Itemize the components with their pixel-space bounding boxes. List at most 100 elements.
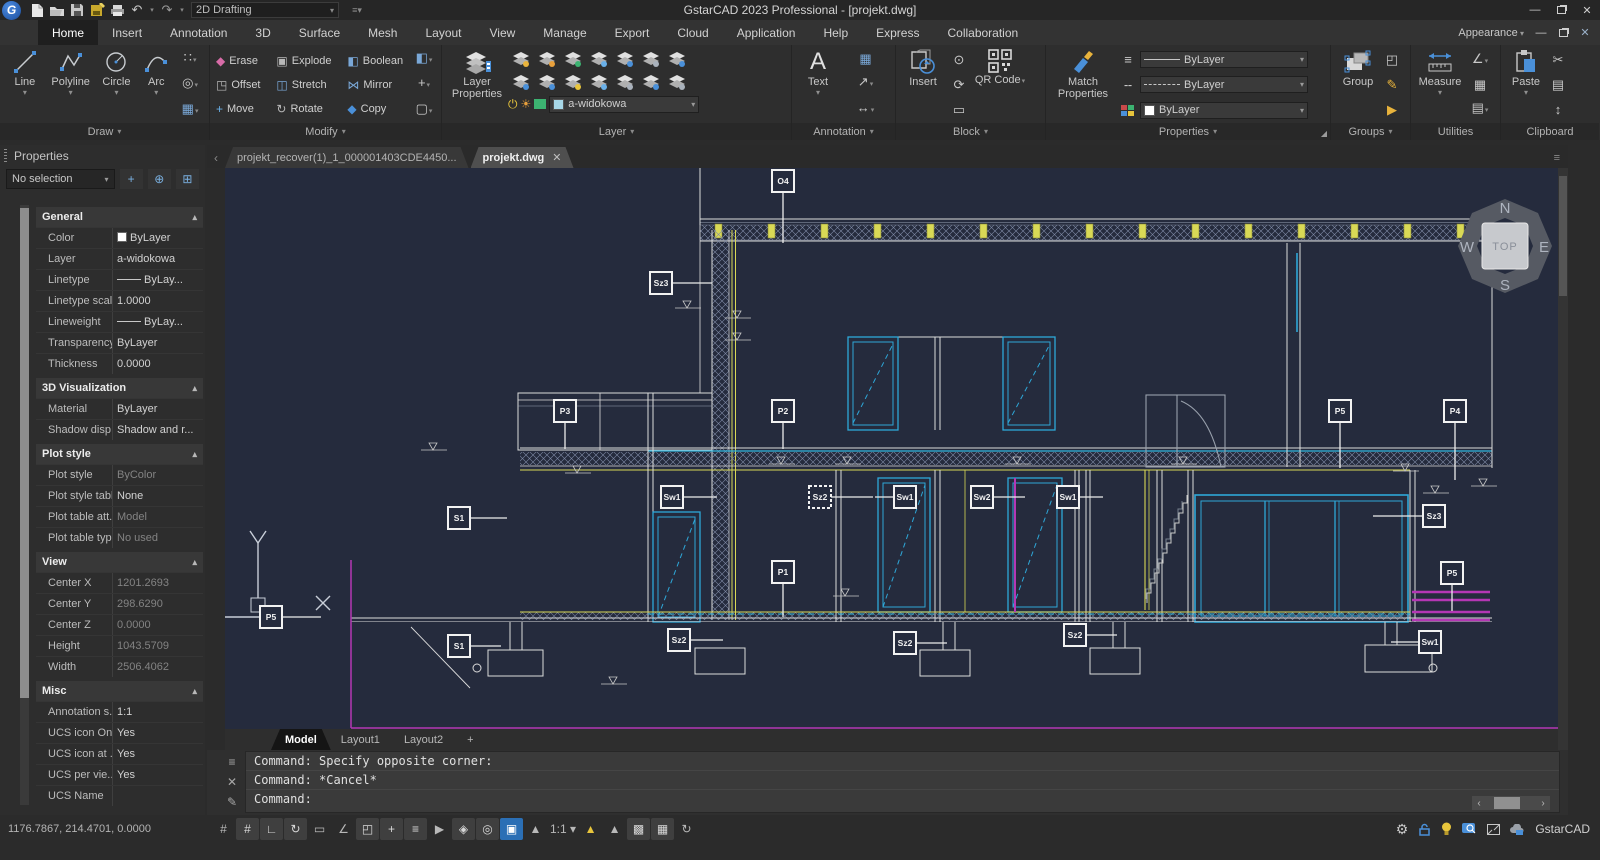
property-value[interactable]: No used (112, 528, 203, 548)
viewcube-n[interactable]: N (1500, 200, 1511, 217)
property-value[interactable]: 1201.2693 (112, 573, 203, 593)
lineweight-list-icon[interactable]: ≡ (1124, 53, 1132, 67)
lineweight-display-icon[interactable]: ≡ (404, 818, 427, 840)
menu-tab-view[interactable]: View (476, 20, 530, 45)
menu-tab-home[interactable]: Home (38, 20, 98, 45)
collapse-icon[interactable]: ▴ (192, 449, 197, 460)
property-value[interactable]: Yes (112, 723, 203, 743)
group-button[interactable]: Group (1335, 47, 1381, 123)
dimension-icon[interactable]: ↔▾ (857, 101, 875, 118)
layer-selector[interactable]: a-widokowa ▾ (549, 96, 699, 113)
collapse-icon[interactable]: ▴ (192, 557, 197, 568)
layer-tool-2[interactable] (534, 47, 560, 70)
group-edit-icon[interactable]: ✎ (1387, 78, 1398, 92)
group-select-icon[interactable]: ▶ (1387, 103, 1397, 117)
document-tab[interactable]: projekt.dwg✕ (471, 147, 574, 168)
restore-button[interactable] (1548, 1, 1574, 19)
offset-button[interactable]: ◳Offset (216, 78, 266, 92)
tips-bulb-icon[interactable] (1441, 822, 1452, 836)
undo-dropdown-icon[interactable]: ▾ (147, 1, 157, 19)
modify-extra-icon-1[interactable]: ◧▾ (416, 51, 433, 68)
grid-display-icon[interactable]: # (236, 818, 259, 840)
drawing-marker-P2[interactable]: P2 (772, 400, 794, 449)
fullscreen-icon[interactable] (1487, 824, 1500, 835)
cloud-sync-icon[interactable] (1510, 824, 1525, 835)
tab-menu-icon[interactable]: ≡ (1554, 152, 1568, 168)
selection-selector[interactable]: No selection▾ (6, 169, 115, 189)
annotation-sync-icon[interactable]: ▲ (603, 818, 626, 840)
table-icon[interactable]: ▦ (859, 52, 871, 66)
quick-select-icon[interactable]: ▤▾ (1472, 101, 1489, 118)
text-button[interactable]: A Text▾ (796, 47, 840, 123)
point-style-icon[interactable]: ∠▾ (1472, 52, 1488, 69)
close-button[interactable]: ✕ (1574, 1, 1600, 19)
doc-close-button[interactable]: ✕ (1574, 25, 1596, 41)
scroll-right-icon[interactable]: › (1536, 798, 1550, 809)
annotation-scale-icon[interactable]: 1:1 ▾ (548, 818, 578, 840)
modify-panel-label[interactable]: Modify▾ (210, 123, 441, 140)
section-header-misc[interactable]: Misc▴ (36, 681, 203, 701)
property-value[interactable]: Shadow and r... (112, 420, 203, 440)
groups-panel-label[interactable]: Groups▾ (1331, 123, 1410, 140)
command-close-icon[interactable]: ✕ (227, 775, 237, 789)
property-value[interactable]: None (112, 486, 203, 506)
menu-tab-manage[interactable]: Manage (529, 20, 600, 45)
angle-snap-icon[interactable]: ∠ (332, 818, 355, 840)
property-value[interactable]: 298.6290 (112, 594, 203, 614)
menu-tab-surface[interactable]: Surface (285, 20, 354, 45)
match-properties-button[interactable]: Match Properties (1050, 47, 1116, 123)
linetype-selector[interactable]: ByLayer▾ (1140, 76, 1308, 93)
dynamic-input-icon[interactable]: ▣ (500, 818, 523, 840)
annotation-panel-label[interactable]: Annotation▾ (792, 123, 895, 140)
redo-dropdown-icon[interactable]: ▾ (177, 1, 187, 19)
layer-tool-12[interactable] (612, 70, 638, 93)
polyline-button[interactable]: Polyline▾ (46, 47, 96, 123)
layer-tool-4[interactable] (586, 47, 612, 70)
region-tool-icon[interactable]: ▦▾ (182, 102, 199, 119)
menu-tab-mesh[interactable]: Mesh (354, 20, 411, 45)
menu-tab-insert[interactable]: Insert (98, 20, 156, 45)
qr-code-button[interactable]: QR Code▾ (972, 47, 1028, 123)
property-value[interactable]: 0.0000 (112, 615, 203, 635)
section-header-view[interactable]: View▴ (36, 552, 203, 572)
clean-screen-icon[interactable]: ↻ (675, 818, 698, 840)
section-header-general[interactable]: General▴ (36, 207, 203, 227)
layer-tool-10[interactable] (560, 70, 586, 93)
utilities-panel-label[interactable]: Utilities (1411, 123, 1500, 140)
layout-tab-model[interactable]: Model (271, 729, 331, 750)
paste-button[interactable]: Paste▾ (1505, 47, 1547, 123)
doc-minimize-button[interactable]: — (1530, 25, 1552, 41)
object-snap-tracking-icon[interactable]: + (380, 818, 403, 840)
viewcube-s[interactable]: S (1500, 277, 1510, 294)
palette-header[interactable]: Properties (0, 145, 205, 167)
layer-tool-5[interactable] (612, 47, 638, 70)
drawing-marker-Sw1[interactable]: Sw1 (1057, 486, 1103, 508)
property-value[interactable]: 1043.5709 (112, 636, 203, 656)
collapse-icon[interactable]: ▴ (192, 212, 197, 223)
save-icon[interactable] (67, 1, 87, 19)
object-snap-icon[interactable]: ◰ (356, 818, 379, 840)
property-value[interactable]: ByColor (112, 465, 203, 485)
layer-unlock-icon[interactable] (534, 99, 546, 109)
layer-tool-7[interactable] (664, 47, 690, 70)
linetype-list-icon[interactable]: ╌ (1124, 79, 1132, 93)
minimize-button[interactable]: — (1522, 1, 1548, 19)
property-value[interactable]: 0.0000 (112, 354, 203, 374)
move-button[interactable]: +Move (216, 102, 266, 116)
properties-dialog-launcher[interactable]: ◢ (1321, 129, 1327, 138)
close-tab-icon[interactable]: ✕ (552, 151, 561, 164)
toolbar-customize-icon[interactable]: ≡▾ (347, 1, 367, 19)
hatch-tool-icon[interactable]: ◎▾ (182, 76, 198, 93)
layer-properties-button[interactable]: Layer Properties (446, 47, 508, 123)
drawing-marker-P5[interactable]: P5 (1441, 562, 1463, 611)
property-value[interactable]: Yes (112, 744, 203, 764)
property-value[interactable]: ByLay... (112, 312, 203, 332)
quick-pick-icon[interactable]: ▶ (428, 818, 451, 840)
drawing-canvas[interactable]: NWSETOP O4Sz3P3P2P5P4S1Sw1Sz2Sw1Sw2Sw1Sz… (225, 168, 1558, 750)
command-edit-icon[interactable]: ✎ (227, 795, 237, 809)
line-button[interactable]: Line▾ (4, 47, 46, 123)
undo-icon[interactable]: ↶ (127, 1, 147, 19)
drawing-marker-S1[interactable]: S1 (448, 507, 507, 529)
ortho-mode-icon[interactable]: ∟ (260, 818, 283, 840)
layer-tool-13[interactable] (638, 70, 664, 93)
